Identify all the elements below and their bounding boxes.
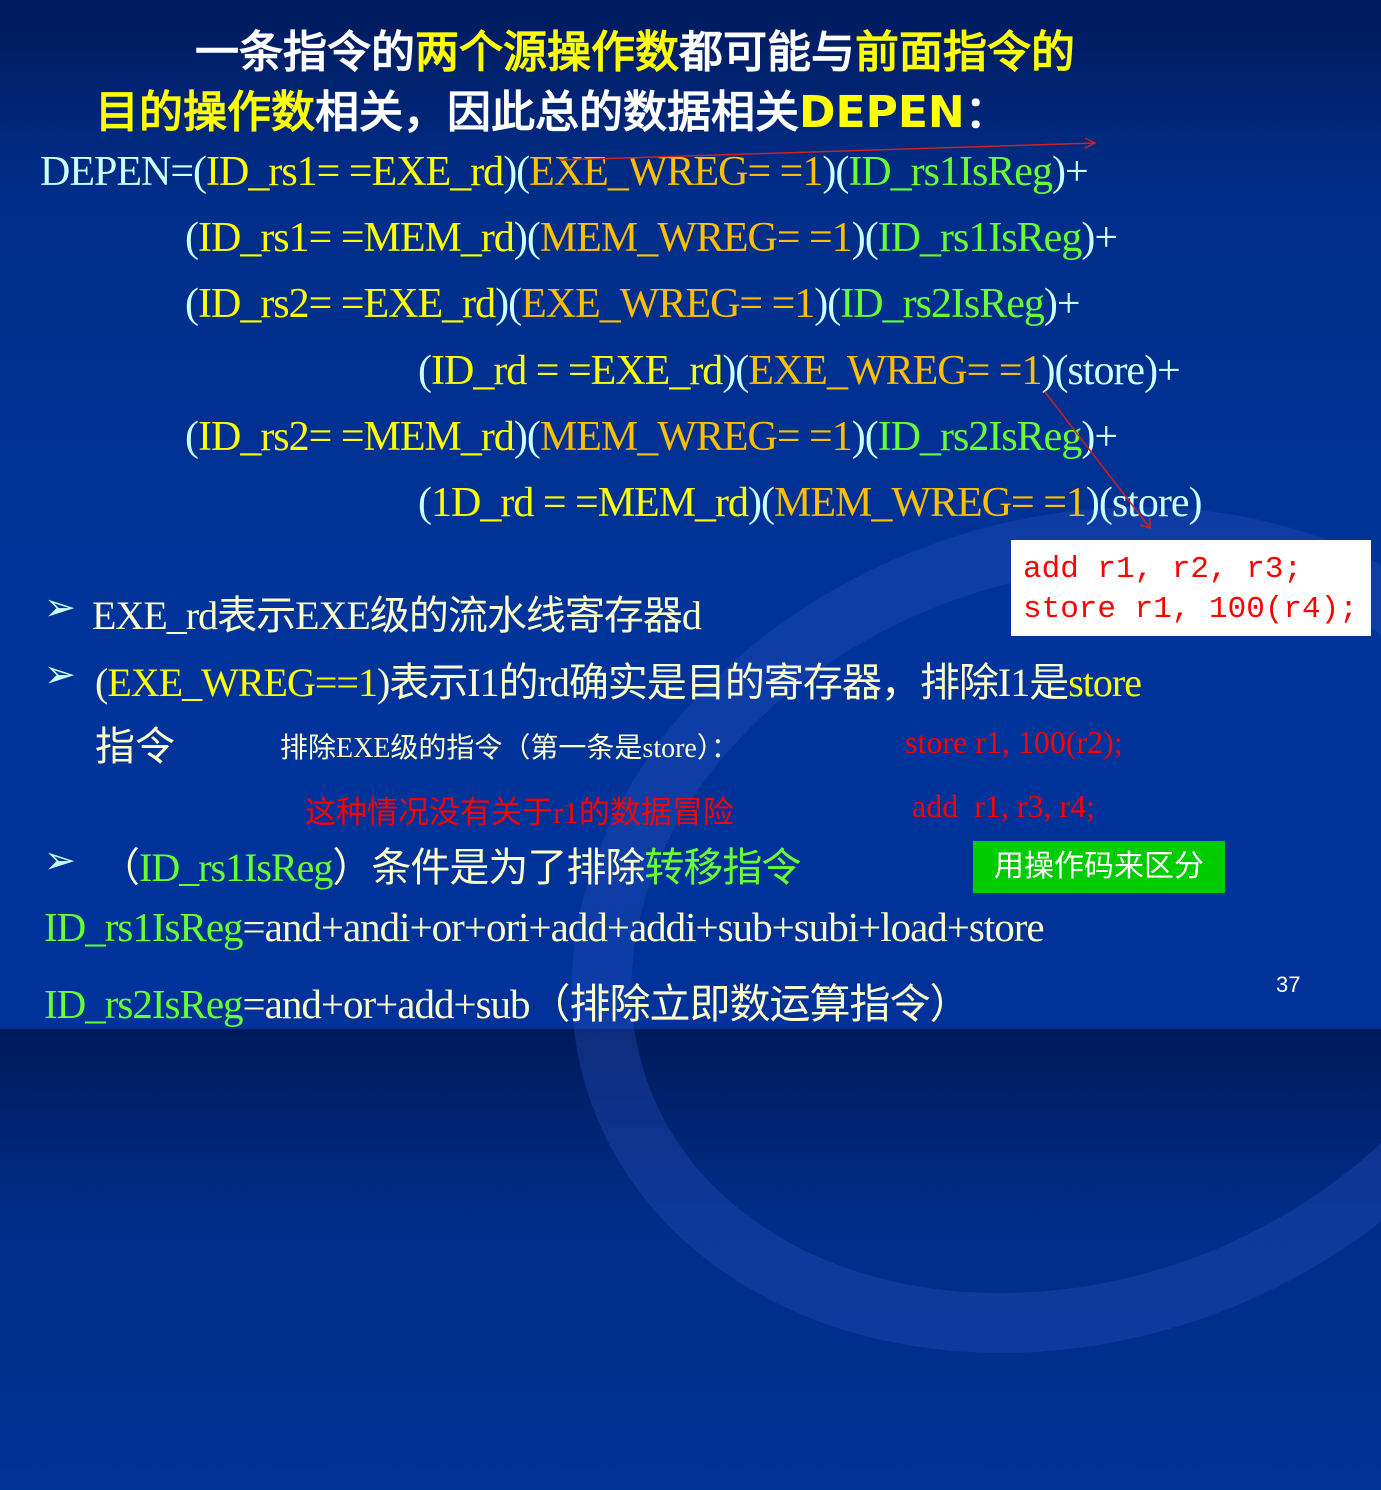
text-segment: ID_rs1IsReg [139, 845, 333, 890]
note-exclude-exe: 排除EXE级的指令（第一条是store）： [280, 733, 739, 764]
text-segment: ID_rs2IsReg [44, 981, 244, 1027]
text-segment: （ [100, 845, 140, 890]
note-no-hazard: 这种情况没有关于r1的数据冒险 [305, 795, 734, 830]
note-add-example: add r1, r3, r4; [912, 788, 1096, 824]
text-segment: EXE_rd表示EXE级的流水线寄存器d [92, 593, 702, 638]
code-example-box: add r1, r2, r3; store r1, 100(r4); [1011, 540, 1371, 636]
bullet-2: (EXE_WREG==1)表示I1的rd确实是目的寄存器，排除I1是store [95, 650, 1142, 708]
bullet-arrow-icon: ➢ [44, 587, 76, 629]
text-segment: 转移指令 [644, 845, 801, 890]
page-number: 37 [1276, 972, 1301, 997]
text-segment: ID_rs1IsReg [44, 904, 244, 950]
text-segment: =and+or+add+sub [242, 981, 531, 1027]
text-segment: )表示I1的rd确实是目的寄存器，排除I1是 [376, 660, 1069, 705]
text-segment: =and+andi+or+ori+add+addi+sub+subi+load+… [242, 904, 1045, 950]
bullet-arrow-icon: ➢ [44, 654, 76, 696]
code-line: add r1, r2, r3; [1023, 552, 1303, 587]
code-line: store r1, 100(r4); [1023, 592, 1358, 627]
opcode-note-box: 用操作码来区分 [973, 841, 1225, 893]
text-segment: ( [95, 660, 108, 705]
rs1-definition: ID_rs1IsReg=and+andi+or+ori+add+addi+sub… [44, 903, 1045, 951]
bullet-2-continuation: 指令 [95, 724, 175, 770]
text-segment: ）条件是为了排除 [332, 845, 645, 890]
rs2-definition: ID_rs2IsReg=and+or+add+sub（排除立即数运算指令） [44, 970, 971, 1030]
text-segment: EXE_WREG==1 [107, 660, 378, 705]
bullet-1: EXE_rd表示EXE级的流水线寄存器d [92, 583, 702, 641]
text-segment: （排除立即数运算指令） [529, 981, 971, 1027]
note-store-example: store r1, 100(r2); [905, 724, 1123, 760]
text-segment: store [1068, 660, 1142, 705]
bullet-3: （ID_rs1IsReg）条件是为了排除转移指令 [100, 835, 801, 893]
bullet-arrow-icon: ➢ [44, 840, 76, 882]
